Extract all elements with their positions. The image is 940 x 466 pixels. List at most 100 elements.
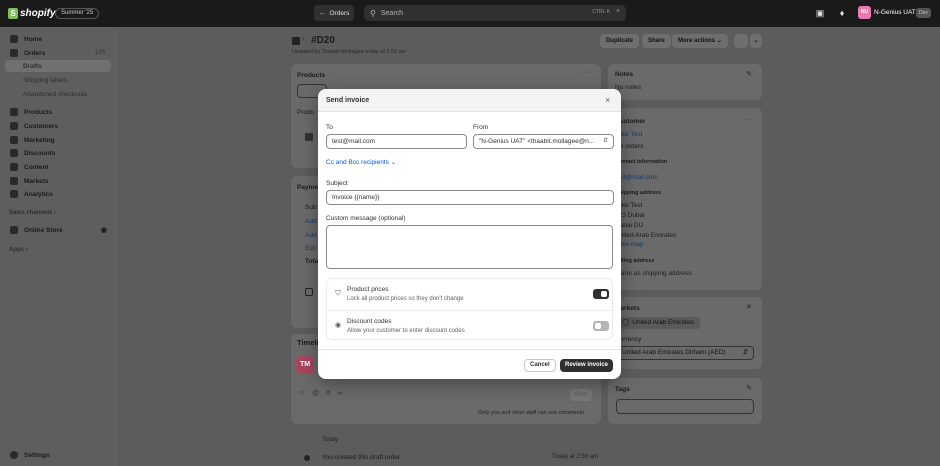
sidebar-item-label: Shipping labels [23,76,68,84]
sidebar-item-customers[interactable]: Customers [5,120,111,132]
storefront-icon[interactable]: ▣ [814,7,826,19]
duplicate-button[interactable]: Duplicate [600,34,640,48]
products-card-title: Products [297,72,326,79]
timeline-title: Timeli [297,338,319,347]
edit-pencil-icon[interactable]: ✎ [746,384,752,392]
discount-icon [10,149,18,157]
review-invoice-button[interactable]: Review invoice [560,359,614,372]
more-options-icon[interactable]: ··· [744,116,754,123]
attach-icon[interactable]: ∞ [337,390,349,397]
market-pill-label: United Arab Emirates [632,319,694,326]
store-name[interactable]: N-Genius UAT [874,9,916,16]
emoji-icon[interactable]: ☺ [298,390,312,397]
mention-icon[interactable]: @ [312,390,326,397]
sidebar-item-home[interactable]: Home [5,33,111,45]
apps-heading[interactable]: Apps › [9,247,28,253]
dev-badge: Dev [916,8,931,18]
sidebar-item-orders[interactable]: Orders 125 [5,47,111,59]
target-icon [10,136,18,144]
tags-input[interactable] [616,399,754,414]
product-image-icon [305,133,313,141]
sidebar-item-label: Orders [24,49,46,57]
toggle-knob [595,323,601,329]
option-description: Allow your customer to enter discount co… [347,328,465,334]
to-email-field[interactable]: test@mail.com [326,134,467,149]
sidebar-item-settings[interactable]: Settings [5,449,111,461]
sidebar-item-label: Abandoned checkouts [23,90,88,98]
customer-card: Customer ··· Jake Test No orders Contact… [608,108,762,290]
payment-line[interactable]: Add [305,232,317,239]
contact-email-link[interactable]: test@mail.com [615,174,658,181]
bell-icon[interactable]: ♦ [836,7,848,19]
sidebar-item-marketing[interactable]: Marketing [5,134,111,146]
payment-checkbox[interactable] [305,288,313,296]
search-shortcut: CTRL K [592,9,610,15]
payment-card-title: Payme [297,184,318,191]
timeline-event-time: Today at 2:56 am [552,454,599,460]
orders-nav-button[interactable]: ← Orders [314,5,355,21]
chevron-down-icon: ⌄ [753,38,759,44]
search-bar[interactable]: ⚲ Search CTRL K × [364,5,626,21]
season-badge[interactable]: Summer '25 [55,8,100,19]
close-icon[interactable]: × [605,95,610,105]
edit-market-icon[interactable]: ✕ [746,303,752,311]
sidebar-item-label: Discounts [24,149,56,157]
sales-channels-label: Sales channels [9,210,53,216]
more-actions-label: More actions [678,38,716,44]
sidebar-item-shipping-labels[interactable]: Shipping labels [5,74,111,86]
sidebar-item-discounts[interactable]: Discounts [5,147,111,159]
more-actions-button[interactable]: More actions ⌄ [672,34,728,48]
discount-codes-option: ◉ Discount codes Allow your customer to … [327,310,614,341]
sales-channels-heading[interactable]: Sales channels › [9,210,56,216]
sidebar-item-analytics[interactable]: Analytics [5,188,111,200]
next-order-button[interactable]: ⌄ [750,34,762,48]
comment-toolbar[interactable]: ☺@#∞ [298,390,349,397]
eye-icon[interactable]: ◉ [101,226,107,234]
back-arrow-icon: ← [319,9,326,17]
draft-order-icon [292,37,300,45]
payment-line[interactable]: Add [305,218,317,225]
home-icon [10,35,18,43]
edit-pencil-icon[interactable]: ✎ [746,70,752,78]
payment-line: Sub [305,204,317,211]
more-options-icon[interactable]: ··· [583,69,593,76]
store-avatar[interactable]: NU [858,6,871,19]
orders-icon [10,49,18,57]
currency-select[interactable]: United Arab Emirates Dirham (AED) ⇵ [616,346,754,360]
sidebar-item-label: Markets [24,177,49,185]
send-invoice-modal: Send invoice × To test@mail.com From "N-… [318,89,621,379]
shipping-line: United Arab Emirates [615,232,677,239]
share-button[interactable]: Share [642,34,671,48]
tags-title: Tags [615,386,630,393]
apps-label: Apps [9,247,24,253]
from-select[interactable]: "N-Genius UAT" <thaabit.mollagee@n... ⇵ [473,134,614,149]
breadcrumb-chevron-icon: › [302,36,305,43]
shopify-logo[interactable]: S shopify [8,6,56,20]
cancel-button[interactable]: Cancel [524,359,556,372]
payment-line[interactable]: Esti [305,245,316,252]
clear-search-icon[interactable]: × [616,8,620,15]
sidebar-item-markets[interactable]: Markets [5,175,111,187]
sidebar-item-label: Analytics [24,190,53,198]
sidebar-item-products[interactable]: Products [5,106,111,118]
product-prices-toggle[interactable] [593,289,609,299]
post-button[interactable]: Post [570,389,592,401]
discount-codes-toggle[interactable] [593,321,609,331]
hashtag-icon[interactable]: # [326,390,337,397]
modal-header: Send invoice × [318,89,621,112]
sidebar-item-label: Home [24,35,43,43]
logo-text: shopify [20,7,56,19]
custom-message-textarea[interactable] [326,225,613,269]
market-pill: ◯ United Arab Emirates [616,317,700,329]
subject-field[interactable]: Invoice {{name}} [326,190,614,205]
sidebar-item-label: Drafts [23,62,42,70]
previous-order-button[interactable] [734,34,748,48]
timeline-event: You created this draft order. [322,454,402,461]
sidebar-item-label: Settings [24,451,50,459]
sidebar-item-drafts[interactable]: Drafts [5,60,111,72]
sidebar-item-content[interactable]: Content [5,161,111,173]
modal-title: Send invoice [326,97,370,104]
sidebar-item-online-store[interactable]: Online Store ◉ [5,224,111,236]
cc-bcc-link[interactable]: Cc and Bcc recipients ⌄ [326,158,396,166]
sidebar-item-abandoned-checkouts[interactable]: Abandoned checkouts [5,88,111,100]
